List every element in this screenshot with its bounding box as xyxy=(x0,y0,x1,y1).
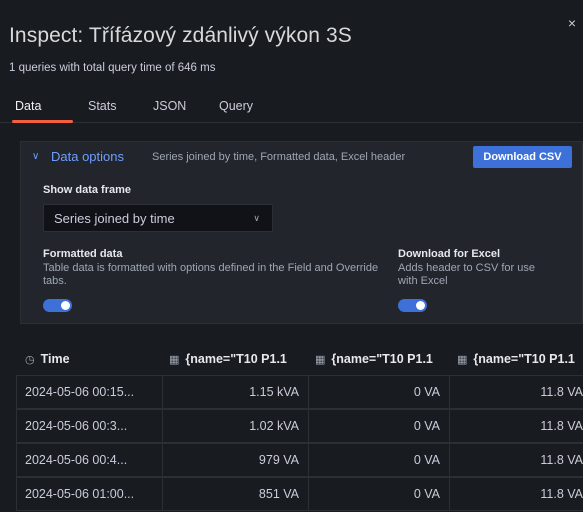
table-cell: 1.02 kVA xyxy=(162,409,308,443)
tab-json[interactable]: JSON xyxy=(153,99,186,113)
table-row: 2024-05-06 00:15... 1.15 kVA 0 VA 11.8 V… xyxy=(16,375,583,409)
column-header-series-3[interactable]: ▦ {name="T10 P1.1 xyxy=(457,352,575,366)
chevron-down-icon: ∨ xyxy=(253,213,260,223)
field-type-icon: ▦ xyxy=(169,354,180,366)
tab-data[interactable]: Data xyxy=(15,99,41,113)
inspect-tabs: Data Stats JSON Query xyxy=(0,91,583,123)
data-options-title[interactable]: Data options xyxy=(51,149,124,164)
toggle-knob xyxy=(61,301,70,310)
data-frame-select[interactable]: Series joined by time ∨ xyxy=(43,204,273,232)
table-cell: 2024-05-06 00:3... xyxy=(16,409,162,443)
column-header-series-1[interactable]: ▦ {name="T10 P1.1 xyxy=(169,352,287,366)
table-header: ◷ Time ▦ {name="T10 P1.1 ▦ {name="T10 P1.1 … xyxy=(16,345,583,375)
table-cell: 0 VA xyxy=(308,409,449,443)
data-options-summary: Series joined by time, Formatted data, E… xyxy=(152,151,406,163)
chevron-down-icon[interactable]: ∨ xyxy=(32,151,39,162)
drawer-title: Inspect: Třífázový zdánlivý výkon 3S xyxy=(9,24,352,47)
tab-stats[interactable]: Stats xyxy=(88,99,117,113)
field-type-icon: ▦ xyxy=(457,354,468,366)
table-cell: 2024-05-06 00:15... xyxy=(16,375,162,409)
download-excel-description: Adds header to CSV for use with Excel xyxy=(398,262,535,287)
close-icon[interactable]: × xyxy=(565,16,579,30)
table-row: 2024-05-06 01:00... 851 VA 0 VA 11.8 VA xyxy=(16,477,583,511)
download-excel-toggle[interactable] xyxy=(398,299,427,312)
column-header-time[interactable]: ◷ Time xyxy=(25,352,70,366)
table-row: 2024-05-06 00:3... 1.02 kVA 0 VA 11.8 VA xyxy=(16,409,583,443)
table-cell: 979 VA xyxy=(162,443,308,477)
table-cell: 0 VA xyxy=(308,375,449,409)
clock-icon: ◷ xyxy=(25,354,35,366)
toggle-knob xyxy=(416,301,425,310)
tab-query[interactable]: Query xyxy=(219,99,253,113)
data-table: ◷ Time ▦ {name="T10 P1.1 ▦ {name="T10 P1.1 … xyxy=(16,345,583,512)
column-header-series-2[interactable]: ▦ {name="T10 P1.1 xyxy=(315,352,433,366)
formatted-data-description: Table data is formatted with options def… xyxy=(43,262,379,287)
table-cell: 11.8 VA xyxy=(449,443,583,477)
data-frame-select-value: Series joined by time xyxy=(54,211,175,226)
show-data-frame-label: Show data frame xyxy=(43,184,132,196)
table-cell: 11.8 VA xyxy=(449,409,583,443)
download-excel-label: Download for Excel xyxy=(398,248,501,260)
formatted-data-label: Formatted data xyxy=(43,248,123,260)
table-cell: 2024-05-06 01:00... xyxy=(16,477,162,511)
table-cell: 0 VA xyxy=(308,477,449,511)
table-cell: 0 VA xyxy=(308,443,449,477)
table-cell: 851 VA xyxy=(162,477,308,511)
table-row: 2024-05-06 00:4... 979 VA 0 VA 11.8 VA xyxy=(16,443,583,477)
active-tab-indicator xyxy=(12,120,73,123)
inspect-drawer: × Inspect: Třífázový zdánlivý výkon 3S 1… xyxy=(0,0,583,512)
table-cell: 11.8 VA xyxy=(449,477,583,511)
query-stats-subtitle: 1 queries with total query time of 646 m… xyxy=(9,62,216,74)
download-csv-button[interactable]: Download CSV xyxy=(473,146,572,168)
data-options-header[interactable]: ∨ Data options Series joined by time, Fo… xyxy=(21,142,583,172)
field-type-icon: ▦ xyxy=(315,354,326,366)
formatted-data-toggle[interactable] xyxy=(43,299,72,312)
data-options-panel: ∨ Data options Series joined by time, Fo… xyxy=(20,141,583,324)
table-cell: 1.15 kVA xyxy=(162,375,308,409)
table-cell: 11.8 VA xyxy=(449,375,583,409)
table-cell: 2024-05-06 00:4... xyxy=(16,443,162,477)
